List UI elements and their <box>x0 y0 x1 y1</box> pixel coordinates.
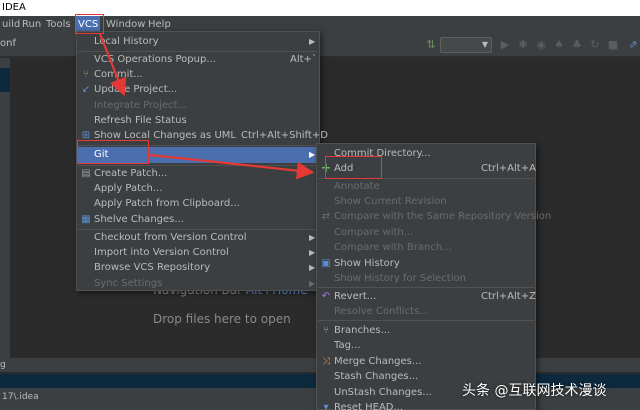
annotation-arrow-vcs-to-git <box>98 33 127 97</box>
annotation-arrows <box>98 33 315 180</box>
watermark: 头条 @互联网技术漫谈 <box>462 383 607 399</box>
annotation-arrow-git-to-add <box>149 153 315 180</box>
